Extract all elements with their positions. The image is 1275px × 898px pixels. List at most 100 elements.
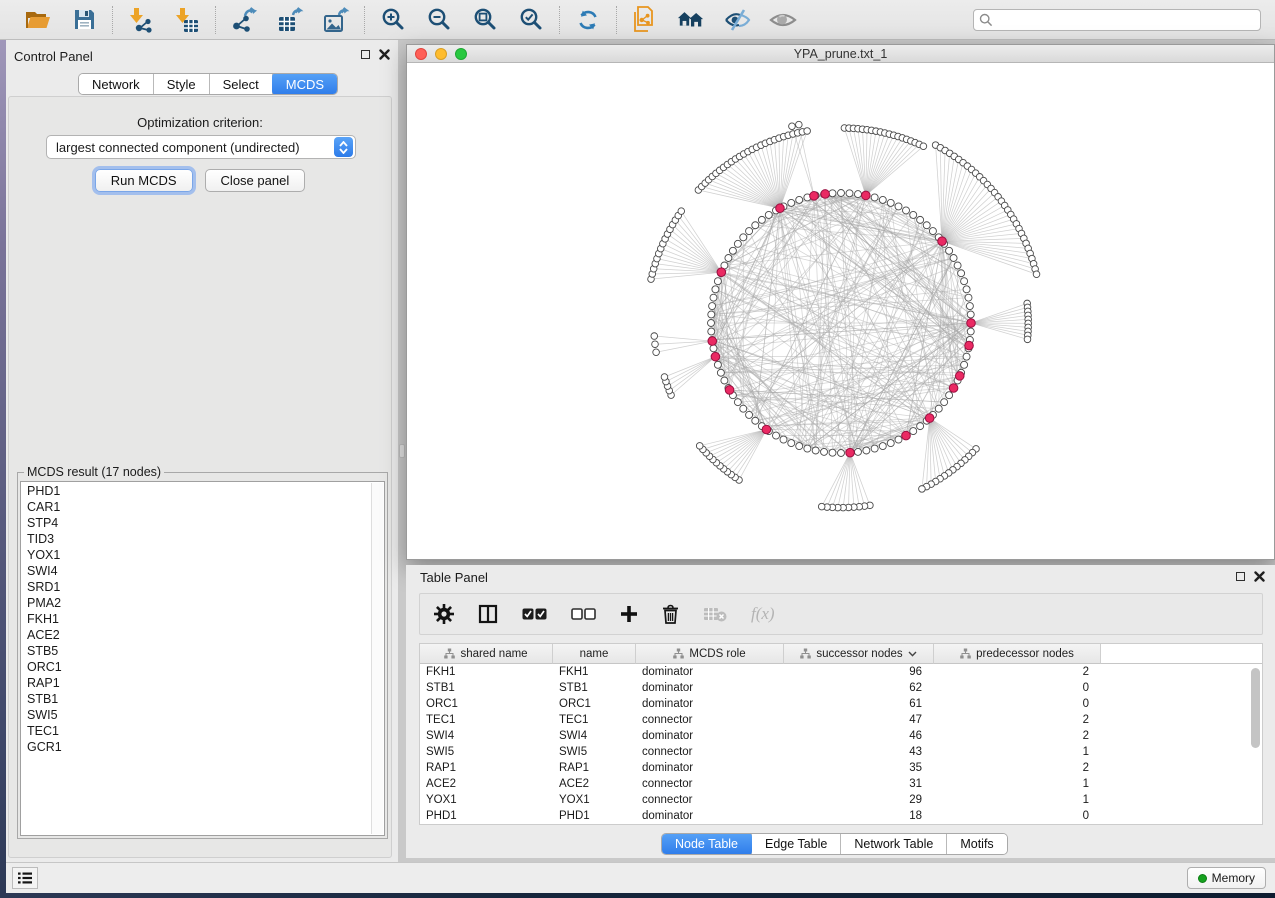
open-folder-icon[interactable] bbox=[24, 6, 52, 34]
export-image-icon[interactable] bbox=[322, 6, 350, 34]
network-leaf-node[interactable] bbox=[678, 208, 685, 215]
network-leaf-node[interactable] bbox=[661, 374, 668, 381]
mcds-result-item[interactable]: SWI5 bbox=[27, 707, 384, 723]
network-mcds-node[interactable] bbox=[810, 192, 819, 201]
network-node[interactable] bbox=[780, 436, 787, 443]
network-leaf-node[interactable] bbox=[651, 333, 658, 340]
network-mcds-node[interactable] bbox=[711, 352, 720, 361]
network-mcds-node[interactable] bbox=[955, 372, 964, 381]
network-node[interactable] bbox=[917, 423, 924, 430]
network-node[interactable] bbox=[752, 222, 759, 229]
search-input[interactable] bbox=[973, 9, 1261, 31]
network-node[interactable] bbox=[963, 353, 970, 360]
network-node[interactable] bbox=[871, 194, 878, 201]
network-node[interactable] bbox=[796, 443, 803, 450]
mcds-result-item[interactable]: FKH1 bbox=[27, 611, 384, 627]
network-mcds-node[interactable] bbox=[846, 448, 855, 457]
network-node[interactable] bbox=[788, 440, 795, 447]
network-mcds-node[interactable] bbox=[776, 204, 785, 213]
show-columns-icon[interactable] bbox=[478, 604, 498, 624]
criterion-dropdown[interactable]: largest connected component (undirected) bbox=[46, 135, 356, 159]
deselect-all-icon[interactable] bbox=[571, 608, 596, 620]
network-node[interactable] bbox=[935, 405, 942, 412]
network-node[interactable] bbox=[708, 311, 715, 318]
select-all-icon[interactable] bbox=[522, 608, 547, 620]
network-leaf-node[interactable] bbox=[804, 128, 811, 135]
network-node[interactable] bbox=[717, 369, 724, 376]
mcds-result-item[interactable]: PHD1 bbox=[27, 483, 384, 499]
mcds-result-item[interactable]: GCR1 bbox=[27, 739, 384, 755]
network-node[interactable] bbox=[812, 447, 819, 454]
network-node[interactable] bbox=[879, 443, 886, 450]
tab-select[interactable]: Select bbox=[210, 74, 273, 94]
column-header-predecessor-nodes[interactable]: predecessor nodes bbox=[934, 644, 1101, 664]
tab-network[interactable]: Network bbox=[79, 74, 154, 94]
table-row[interactable]: PHD1PHD1dominator180 bbox=[420, 808, 1262, 824]
network-node[interactable] bbox=[712, 286, 719, 293]
network-node[interactable] bbox=[863, 447, 870, 454]
column-header-successor-nodes[interactable]: successor nodes bbox=[784, 644, 934, 664]
network-mcds-node[interactable] bbox=[938, 237, 947, 246]
network-node[interactable] bbox=[910, 211, 917, 218]
table-row[interactable]: TEC1TEC1connector472 bbox=[420, 712, 1262, 728]
column-header-MCDS-role[interactable]: MCDS role bbox=[636, 644, 784, 664]
network-node[interactable] bbox=[714, 278, 721, 285]
network-node[interactable] bbox=[961, 361, 968, 368]
zoom-in-icon[interactable] bbox=[379, 6, 407, 34]
network-mcds-node[interactable] bbox=[925, 414, 934, 423]
network-node[interactable] bbox=[950, 255, 957, 262]
network-node[interactable] bbox=[879, 196, 886, 203]
network-node[interactable] bbox=[854, 191, 861, 198]
network-leaf-node[interactable] bbox=[653, 349, 660, 356]
network-node[interactable] bbox=[838, 190, 845, 197]
network-node[interactable] bbox=[910, 428, 917, 435]
close-panel-icon[interactable] bbox=[379, 49, 390, 60]
network-mcds-node[interactable] bbox=[762, 425, 771, 434]
table-row[interactable]: ORC1ORC1dominator610 bbox=[420, 696, 1262, 712]
network-mcds-node[interactable] bbox=[708, 337, 717, 346]
mcds-result-item[interactable]: PMA2 bbox=[27, 595, 384, 611]
mcds-result-item[interactable]: SWI4 bbox=[27, 563, 384, 579]
network-node[interactable] bbox=[758, 216, 765, 223]
network-node[interactable] bbox=[961, 278, 968, 285]
network-node[interactable] bbox=[710, 294, 717, 301]
network-node[interactable] bbox=[740, 405, 747, 412]
network-node[interactable] bbox=[725, 255, 732, 262]
task-history-button[interactable] bbox=[12, 867, 38, 889]
network-node[interactable] bbox=[854, 448, 861, 455]
float-panel-icon[interactable] bbox=[361, 50, 370, 59]
float-table-panel-icon[interactable] bbox=[1236, 572, 1245, 581]
network-node[interactable] bbox=[773, 432, 780, 439]
network-mcds-node[interactable] bbox=[821, 190, 830, 199]
network-node[interactable] bbox=[954, 262, 961, 269]
network-node[interactable] bbox=[804, 445, 811, 452]
tab-edge-table[interactable]: Edge Table bbox=[752, 834, 841, 854]
tab-style[interactable]: Style bbox=[154, 74, 210, 94]
network-mcds-node[interactable] bbox=[717, 268, 726, 277]
network-node[interactable] bbox=[929, 228, 936, 235]
column-header-shared-name[interactable]: shared name bbox=[420, 644, 553, 664]
network-node[interactable] bbox=[871, 445, 878, 452]
network-leaf-node[interactable] bbox=[696, 443, 703, 450]
network-node[interactable] bbox=[829, 190, 836, 197]
table-row[interactable]: SWI5SWI5connector431 bbox=[420, 744, 1262, 760]
network-leaf-node[interactable] bbox=[818, 503, 825, 510]
table-scrollbar-thumb[interactable] bbox=[1251, 668, 1260, 748]
network-node[interactable] bbox=[765, 211, 772, 218]
network-node[interactable] bbox=[941, 399, 948, 406]
network-node[interactable] bbox=[746, 411, 753, 418]
network-node[interactable] bbox=[958, 270, 965, 277]
network-node[interactable] bbox=[838, 450, 845, 457]
network-node[interactable] bbox=[917, 216, 924, 223]
tab-node-table[interactable]: Node Table bbox=[661, 833, 753, 855]
import-network-icon[interactable] bbox=[127, 6, 155, 34]
zoom-selected-icon[interactable] bbox=[517, 6, 545, 34]
network-canvas[interactable] bbox=[407, 63, 1274, 559]
mcds-result-item[interactable]: STB5 bbox=[27, 643, 384, 659]
network-node[interactable] bbox=[721, 377, 728, 384]
network-leaf-node[interactable] bbox=[1024, 336, 1031, 343]
network-node[interactable] bbox=[846, 190, 853, 197]
network-node[interactable] bbox=[965, 294, 972, 301]
network-leaf-node[interactable] bbox=[920, 143, 927, 150]
refresh-icon[interactable] bbox=[574, 6, 602, 34]
